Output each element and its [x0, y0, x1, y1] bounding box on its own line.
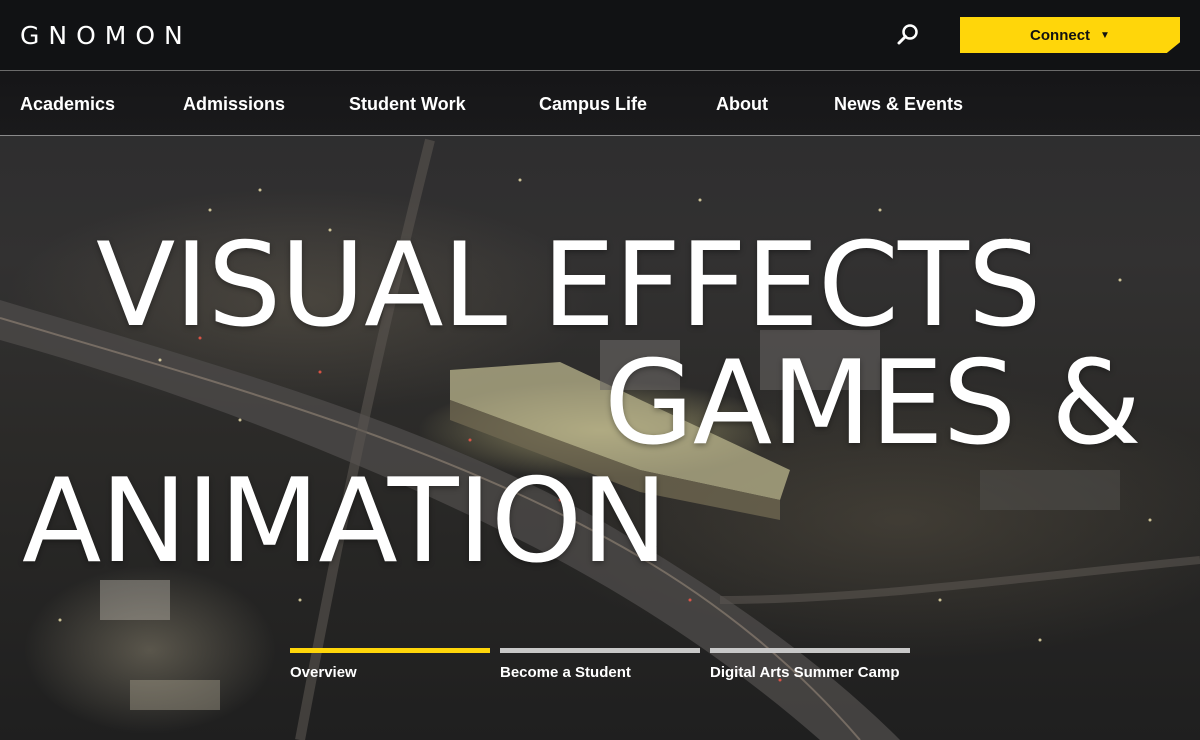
nav-item-about[interactable]: About	[716, 93, 768, 115]
connect-button-label: Connect	[1030, 26, 1091, 44]
tab-digital-arts-summer-camp[interactable]: Digital Arts Summer Camp	[710, 648, 910, 681]
hero-headline-line-1: VISUAL EFFECTS	[96, 218, 1041, 353]
caret-down-icon: ▼	[1100, 29, 1110, 41]
tab-overview[interactable]: Overview	[290, 648, 490, 681]
search-icon	[897, 24, 918, 45]
top-header: GNOMON Connect ▼	[0, 0, 1200, 71]
nav-item-campus-life[interactable]: Campus Life	[539, 93, 647, 115]
tab-become-a-student[interactable]: Become a Student	[500, 648, 700, 681]
nav-item-student-work[interactable]: Student Work	[349, 93, 466, 115]
tab-label: Digital Arts Summer Camp	[710, 664, 900, 681]
connect-button[interactable]: Connect ▼	[960, 17, 1180, 53]
hero-headline-line-2: GAMES &	[604, 336, 1142, 471]
nav-item-academics[interactable]: Academics	[20, 93, 115, 115]
tab-indicator	[290, 648, 490, 653]
tab-label: Overview	[290, 664, 357, 681]
main-navigation: Academics Admissions Student Work Campus…	[0, 71, 1200, 136]
tab-indicator	[710, 648, 910, 653]
page: GNOMON Connect ▼ Academics Admissions St…	[0, 0, 1200, 740]
gnomon-logo[interactable]: GNOMON	[20, 22, 192, 50]
search-button[interactable]	[895, 22, 921, 48]
tab-indicator	[500, 648, 700, 653]
hero-headline-line-3: ANIMATION	[22, 454, 668, 589]
nav-item-news-events[interactable]: News & Events	[834, 93, 963, 115]
tab-label: Become a Student	[500, 664, 631, 681]
nav-item-admissions[interactable]: Admissions	[183, 93, 285, 115]
